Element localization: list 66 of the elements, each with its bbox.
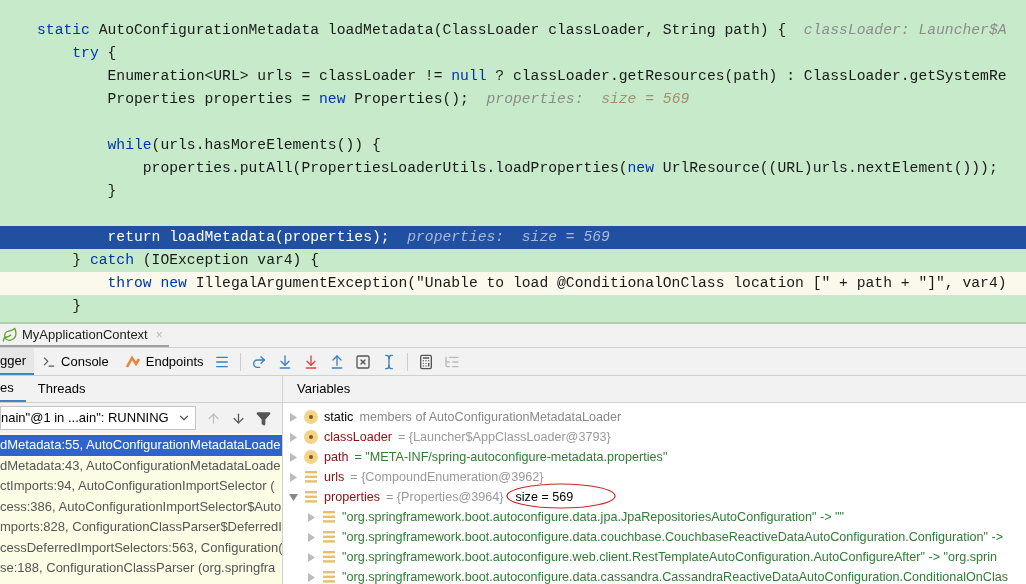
filter-icon[interactable] bbox=[256, 410, 271, 426]
static-icon bbox=[304, 410, 318, 424]
step-over-icon[interactable] bbox=[250, 353, 267, 370]
code-line: static AutoConfigurationMetadata loadMetadata(ClassLoader classLoader, String path) { classLoader: Launcher$A bbox=[37, 21, 1007, 41]
stack-frame[interactable]: cessDeferredImportSelectors:563, Configuration( bbox=[0, 537, 282, 558]
variable-value: members of AutoConfigurationMetadataLoader bbox=[359, 408, 622, 426]
code-line: properties.putAll(PropertiesLoaderUtils.loadProperties(new UrlResource((URL)urls.nextElement())); bbox=[141, 159, 998, 179]
field-icon bbox=[322, 551, 336, 563]
collapsed-arrow-icon[interactable] bbox=[289, 412, 298, 422]
parameter-icon bbox=[304, 430, 318, 444]
code-line: while(urls.hasMoreElements()) { bbox=[106, 136, 381, 156]
collapsed-arrow-icon[interactable] bbox=[307, 512, 316, 522]
code-line: try { bbox=[71, 44, 117, 64]
code-line: throw new IllegalArgumentException("Unable to load @ConditionalOnClass location [" + path + "]", var4) bbox=[106, 274, 1007, 294]
stack-frame[interactable]: cess:386, AutoConfigurationImportSelector$Auto bbox=[0, 496, 282, 517]
run-config-tab[interactable]: MyApplicationContext bbox=[22, 324, 148, 345]
debug-tab[interactable]: Console bbox=[34, 348, 117, 375]
spring-leaf-icon bbox=[2, 326, 18, 343]
field-icon bbox=[304, 471, 318, 483]
stack-frame[interactable]: se:188, ConfigurationClassParser (org.springfra bbox=[0, 558, 282, 579]
variable-name: "org.springframework.boot.autoconfigure.data.couchbase.CouchbaseReactiveDataAutoConfiguration.Configuration" -> bbox=[342, 528, 1004, 546]
code-line: Properties properties = new Properties(); properties: size = 569 bbox=[106, 90, 690, 110]
debug-tab[interactable]: gger bbox=[0, 348, 35, 375]
code-line: } bbox=[71, 297, 82, 317]
panel-title: Variables bbox=[297, 380, 351, 399]
stack-frame[interactable]: ctImports:94, AutoConfigurationImportSelector ( bbox=[0, 476, 282, 497]
collapsed-arrow-icon[interactable] bbox=[307, 572, 316, 582]
stack-frame[interactable]: dMetadata:55, AutoConfigurationMetadataLoade bbox=[0, 435, 282, 456]
variable-name: "org.springframework.boot.autoconfigure.data.jpa.JpaRepositoriesAutoConfiguration" -> "" bbox=[342, 508, 844, 526]
endpoints-icon bbox=[124, 354, 141, 369]
size-value: size = 569 bbox=[514, 489, 575, 504]
variable-name: urls bbox=[324, 468, 345, 486]
debug-tab[interactable]: Endpoints bbox=[116, 348, 212, 375]
field-icon bbox=[322, 511, 336, 523]
stack-frame[interactable]: dMetadata:43, AutoConfigurationMetadataLoade bbox=[0, 455, 282, 476]
down-arrow-icon[interactable] bbox=[231, 410, 246, 426]
code-line: return loadMetadata(properties); properties: size = 569 bbox=[106, 228, 610, 248]
frames-tab[interactable]: Threads bbox=[25, 376, 98, 402]
thread-dropdown[interactable]: nain"@1 in ...ain": RUNNING bbox=[0, 406, 196, 430]
code-line: } catch (IOException var4) { bbox=[71, 251, 320, 271]
field-icon bbox=[322, 531, 336, 543]
code-line: } bbox=[106, 182, 117, 202]
collapsed-arrow-icon[interactable] bbox=[289, 452, 298, 462]
evaluate-icon[interactable] bbox=[417, 353, 434, 370]
collapsed-arrow-icon[interactable] bbox=[289, 432, 298, 442]
expanded-arrow-icon[interactable] bbox=[289, 492, 298, 502]
variable-name: "org.springframework.boot.autoconfigure.web.client.RestTemplateAutoConfiguration.AutoConfigureAfter" -> "org.sprin bbox=[342, 548, 997, 566]
variable-name: properties bbox=[324, 488, 380, 506]
collapsed-arrow-icon[interactable] bbox=[307, 532, 316, 542]
variable-value: = {Properties@3964} bbox=[386, 488, 504, 506]
variable-name: "org.springframework.boot.autoconfigure.data.cassandra.CassandraReactiveDataAutoConfiguration.ConditionalOnClas bbox=[342, 568, 1009, 584]
field-icon bbox=[322, 571, 336, 583]
variable-name: static bbox=[324, 408, 354, 426]
drop-frame-icon[interactable] bbox=[354, 353, 371, 370]
variable-name: classLoader bbox=[324, 428, 392, 446]
variable-value: = "META-INF/spring-autoconfigure-metadata.properties" bbox=[354, 448, 668, 466]
parameter-icon bbox=[304, 450, 318, 464]
variable-value: = {CompoundEnumeration@3962} bbox=[350, 468, 544, 486]
collapsed-arrow-icon[interactable] bbox=[289, 472, 298, 482]
collapsed-arrow-icon[interactable] bbox=[307, 552, 316, 562]
stack-frame[interactable]: mports:828, ConfigurationClassParser$DeferredI bbox=[0, 517, 282, 538]
console-icon bbox=[42, 354, 57, 369]
code-line: Enumeration<URL> urls = classLoader != null ? classLoader.getResources(path) : ClassLoader.getSystemRe bbox=[106, 67, 1007, 87]
variable-value: = {Launcher$AppClassLoader@3793} bbox=[397, 428, 611, 446]
variable-name: path bbox=[324, 448, 349, 466]
field-icon bbox=[304, 491, 318, 503]
